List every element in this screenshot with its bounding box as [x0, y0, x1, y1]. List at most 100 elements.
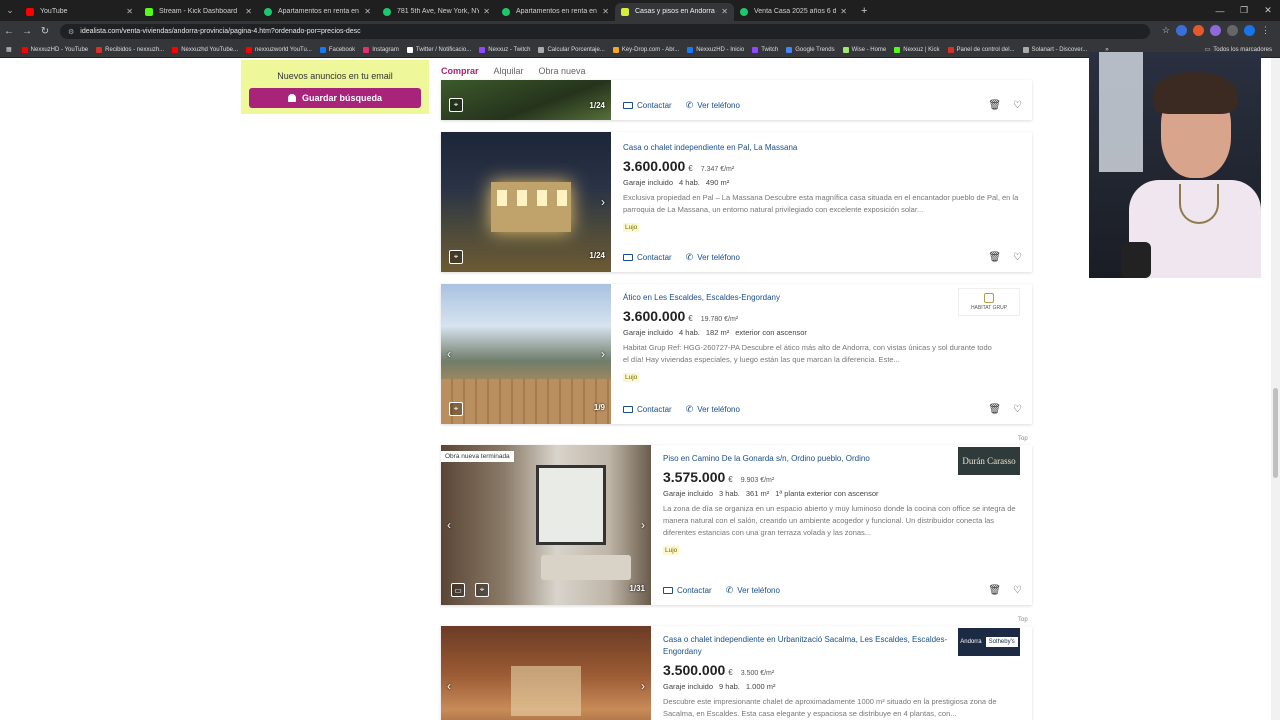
agency-logo[interactable]: Andorra Sotheby's — [958, 628, 1020, 656]
view-phone-button[interactable]: ✆ Ver teléfono — [726, 585, 780, 596]
tab-apartments-ny[interactable]: Apartamentos en renta en New...✕ — [258, 3, 377, 21]
map-pin-icon[interactable]: ⌖ — [449, 250, 463, 264]
view-phone-button[interactable]: ✆ Ver teléfono — [686, 404, 740, 415]
contact-button[interactable]: Contactar — [623, 404, 672, 415]
agency-logo[interactable]: HABITAT GRUP — [958, 288, 1020, 316]
agency-logo[interactable]: Durán Carasso — [958, 447, 1020, 475]
prev-photo-icon[interactable]: ‹ — [447, 347, 451, 361]
bookmark-item[interactable]: Recibidos - nexxuzh... — [96, 46, 164, 53]
trash-icon[interactable]: 🗑 — [988, 252, 1001, 263]
scroll-thumb[interactable] — [1273, 388, 1278, 478]
forward-icon[interactable]: → — [18, 26, 36, 37]
favorite-heart-icon[interactable]: ♡ — [1013, 585, 1022, 596]
minimize-icon[interactable]: — — [1208, 6, 1232, 16]
view-phone-button[interactable]: ✆ Ver teléfono — [686, 252, 740, 263]
close-icon[interactable]: ✕ — [126, 7, 133, 16]
extension-icon[interactable] — [1176, 25, 1187, 36]
bookmark-item[interactable]: NexxuzHD - Inicio — [687, 46, 744, 53]
map-pin-icon[interactable]: ⌖ — [475, 583, 489, 597]
extension-icon[interactable] — [1193, 25, 1204, 36]
site-info-icon[interactable]: ⚙ — [68, 28, 74, 36]
tab-idealista[interactable]: Casas y pisos en Andorra — id...✕ — [615, 2, 734, 21]
next-photo-icon[interactable]: › — [601, 347, 605, 361]
bookmark-item[interactable]: Wise - Home — [842, 46, 886, 53]
close-window-icon[interactable]: ✕ — [1256, 5, 1280, 16]
bookmark-item[interactable]: Facebook — [319, 46, 355, 53]
listing-title[interactable]: Casa o chalet independiente en Pal, La M… — [623, 142, 1023, 154]
close-icon[interactable]: ✕ — [245, 7, 252, 16]
tab-comprar[interactable]: Comprar — [441, 66, 479, 76]
bookmark-item[interactable]: Calcular Porcentaje... — [538, 46, 605, 53]
close-icon[interactable]: ✕ — [483, 7, 490, 16]
bookmark-item[interactable]: Google Trends — [786, 46, 835, 53]
close-icon[interactable]: ✕ — [840, 7, 847, 16]
close-icon[interactable]: ✕ — [602, 7, 609, 16]
apps-grid-icon[interactable]: ▦ — [6, 46, 12, 53]
bookmark-item[interactable]: Twitter / Notificacio... — [406, 46, 471, 53]
bookmark-item[interactable]: Key-Drop.com - Abr... — [612, 46, 679, 53]
contact-button[interactable]: Contactar — [663, 585, 712, 596]
bookmark-item[interactable]: Twitch — [752, 46, 778, 53]
contact-button[interactable]: Contactar — [623, 100, 672, 111]
bookmark-favicon-icon — [96, 46, 103, 53]
contact-button[interactable]: Contactar — [623, 252, 672, 263]
bookmark-item[interactable]: Instagram — [363, 46, 399, 53]
listing-photo[interactable]: ⌖ 1/24 — [441, 80, 611, 120]
extension-icon[interactable] — [1210, 25, 1221, 36]
save-photo-icon[interactable]: ▭ — [451, 583, 465, 597]
listing-card[interactable]: › ⌖ 1/24 Casa o chalet independiente en … — [441, 132, 1032, 272]
listing-card[interactable]: › ‹ Casa o chalet independiente en Urban… — [441, 626, 1032, 720]
map-pin-icon[interactable]: ⌖ — [449, 98, 463, 112]
next-photo-icon[interactable]: › — [641, 679, 645, 693]
listing-photo[interactable]: › ‹ — [441, 626, 651, 720]
bookmark-item[interactable]: Nexxuzhd YouTube... — [172, 46, 238, 53]
back-icon[interactable]: ← — [0, 26, 18, 37]
close-icon[interactable]: ✕ — [364, 7, 371, 16]
bookmark-star-icon[interactable]: ☆ — [1162, 25, 1170, 36]
tab-youtube[interactable]: YouTube ✕ — [20, 3, 139, 21]
listing-photo[interactable]: › ‹ ⌖ 1/9 — [441, 284, 611, 424]
tab-apartments-las[interactable]: Apartamentos en renta en Las...✕ — [496, 3, 615, 21]
listing-photo[interactable]: Obra nueva terminada › ‹ ▭ ⌖ 1/31 — [441, 445, 651, 605]
menu-icon[interactable]: ⋮ — [1261, 25, 1270, 36]
bookmark-item[interactable]: nexxuzworld YouTu... — [246, 46, 312, 53]
view-phone-button[interactable]: ✆ Ver teléfono — [686, 100, 740, 111]
tab-alquilar[interactable]: Alquilar — [494, 66, 524, 76]
tab-venta-casa[interactable]: Venta Casa 2025 años 6 dormi...✕ — [734, 3, 853, 21]
address-bar[interactable]: ⚙ idealista.com/venta-viviendas/andorra-… — [60, 24, 1150, 39]
maximize-icon[interactable]: ❐ — [1232, 5, 1256, 16]
new-tab-icon[interactable]: + — [861, 5, 867, 17]
listing-card[interactable]: Obra nueva terminada › ‹ ▭ ⌖ 1/31 Piso e… — [441, 445, 1032, 605]
listing-photo[interactable]: › ⌖ 1/24 — [441, 132, 611, 272]
bookmark-item[interactable]: Solanart - Discover... — [1022, 46, 1087, 53]
prev-photo-icon[interactable]: ‹ — [447, 679, 451, 693]
bookmark-item[interactable]: NexxuzHD - YouTube — [21, 46, 88, 53]
tab-kick[interactable]: Stream - Kick Dashboard ✕ — [139, 3, 258, 21]
close-icon[interactable]: ✕ — [721, 7, 728, 16]
favorite-heart-icon[interactable]: ♡ — [1013, 404, 1022, 415]
extensions-puzzle-icon[interactable] — [1227, 25, 1238, 36]
page-scrollbar[interactable] — [1271, 58, 1280, 720]
next-photo-icon[interactable]: › — [641, 518, 645, 532]
bookmark-item[interactable]: Nexxuz | Kick — [894, 46, 940, 53]
trash-icon[interactable]: 🗑 — [988, 585, 1001, 596]
map-pin-icon[interactable]: ⌖ — [449, 402, 463, 416]
favorite-heart-icon[interactable]: ♡ — [1013, 252, 1022, 263]
listing-title[interactable]: Ático en Les Escaldes, Escaldes-Engordan… — [623, 292, 953, 304]
bookmark-item[interactable]: Panel de control del... — [947, 46, 1015, 53]
next-photo-icon[interactable]: › — [601, 195, 605, 209]
listing-card[interactable]: › ‹ ⌖ 1/9 Ático en Les Escaldes, Escalde… — [441, 284, 1032, 424]
listing-card[interactable]: ⌖ 1/24 Contactar ✆ Ver teléfono 🗑 ♡ — [441, 80, 1032, 120]
tab-5th-ave[interactable]: 781 5th Ave, New York, NY 100...✕ — [377, 3, 496, 21]
tab-obra-nueva[interactable]: Obra nueva — [539, 66, 586, 76]
profile-avatar[interactable] — [1244, 25, 1255, 36]
trash-icon[interactable]: 🗑 — [988, 404, 1001, 415]
listing-title[interactable]: Casa o chalet independiente en Urbanitza… — [663, 634, 953, 658]
trash-icon[interactable]: 🗑 — [988, 100, 1001, 111]
favorite-heart-icon[interactable]: ♡ — [1013, 100, 1022, 111]
prev-photo-icon[interactable]: ‹ — [447, 518, 451, 532]
bookmark-item[interactable]: Nexxuz - Twitch — [479, 46, 530, 53]
save-search-button[interactable]: Guardar búsqueda — [249, 88, 421, 108]
reload-icon[interactable]: ↻ — [36, 26, 54, 37]
tab-search-icon[interactable]: ⌄ — [0, 0, 20, 21]
